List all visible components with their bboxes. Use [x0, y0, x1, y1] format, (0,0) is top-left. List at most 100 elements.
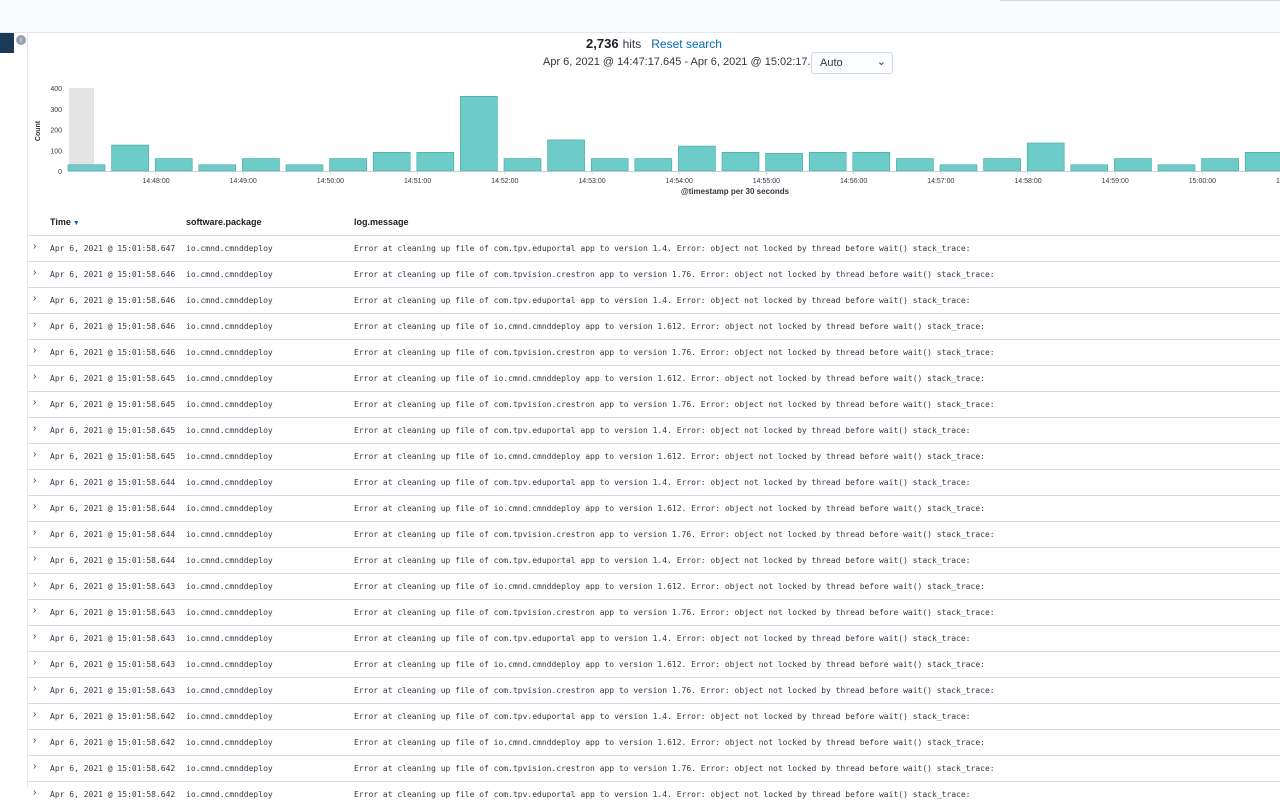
table-row[interactable]: › Apr 6, 2021 @ 15:01:58.644 io.cmnd.cmndd…	[28, 495, 1280, 521]
expand-row-icon[interactable]: ›	[33, 345, 36, 356]
histogram-bar[interactable]	[590, 158, 629, 172]
table-row[interactable]: › Apr 6, 2021 @ 15:01:58.646 io.cmnd.cmndd…	[28, 313, 1280, 339]
time-range: Apr 6, 2021 @ 14:47:17.645 - Apr 6, 2021…	[28, 52, 1280, 74]
column-header-package[interactable]: software.package	[186, 217, 262, 227]
histogram-bar[interactable]	[111, 144, 149, 172]
expand-row-icon[interactable]: ›	[33, 241, 36, 252]
collapse-sidebar-icon[interactable]: ‹	[16, 35, 26, 45]
histogram-bar[interactable]	[1026, 142, 1065, 172]
table-row[interactable]: › Apr 6, 2021 @ 15:01:58.643 io.cmnd.cmndd…	[28, 573, 1280, 599]
histogram-bar[interactable]	[1070, 164, 1109, 172]
histogram-bar[interactable]	[285, 164, 324, 172]
histogram-bar[interactable]	[1114, 158, 1152, 172]
chevron-down-icon: ⌄	[876, 56, 886, 68]
expand-row-icon[interactable]: ›	[33, 501, 36, 512]
histogram-bar[interactable]	[721, 152, 760, 172]
row-message: Error at cleaning up file of com.tpvisio…	[354, 764, 995, 773]
table-row[interactable]: › Apr 6, 2021 @ 15:01:58.645 io.cmnd.cmndd…	[28, 365, 1280, 391]
column-header-message[interactable]: log.message	[354, 217, 409, 227]
expand-row-icon[interactable]: ›	[33, 319, 36, 330]
expand-row-icon[interactable]: ›	[33, 397, 36, 408]
histogram-bar[interactable]	[460, 95, 498, 172]
histogram-bar[interactable]	[808, 152, 847, 172]
histogram-bar[interactable]	[198, 164, 237, 172]
table-row[interactable]: › Apr 6, 2021 @ 15:01:58.642 io.cmnd.cmndd…	[28, 703, 1280, 729]
table-row[interactable]: › Apr 6, 2021 @ 15:01:58.644 io.cmnd.cmndd…	[28, 547, 1280, 573]
discover-main: 2,736 hits Reset search Apr 6, 2021 @ 14:4…	[28, 33, 1280, 799]
sidebar-strip	[0, 33, 28, 788]
time-range-text: Apr 6, 2021 @ 14:47:17.645 - Apr 6, 2021…	[543, 56, 843, 68]
row-package: io.cmnd.cmnddeploy	[186, 374, 273, 383]
histogram-chart[interactable]: 0 100 200 300 400 Count 14:48:00 14:49:00 14:50:…	[28, 79, 1280, 201]
expand-row-icon[interactable]: ›	[33, 527, 36, 538]
expand-row-icon[interactable]: ›	[33, 293, 36, 304]
row-package: io.cmnd.cmnddeploy	[186, 738, 273, 747]
row-time: Apr 6, 2021 @ 15:01:58.642	[50, 712, 176, 721]
expand-row-icon[interactable]: ›	[33, 761, 36, 772]
histogram-bar[interactable]	[242, 158, 280, 172]
interval-select[interactable]: Auto ⌄	[811, 52, 893, 74]
table-body: › Apr 6, 2021 @ 15:01:58.647 io.cmnd.cmndd…	[28, 235, 1280, 807]
column-header-time[interactable]: Time ▼	[50, 217, 80, 227]
histogram-bar[interactable]	[416, 152, 455, 172]
expand-row-icon[interactable]: ›	[33, 735, 36, 746]
expand-row-icon[interactable]: ›	[33, 657, 36, 668]
table-row[interactable]: › Apr 6, 2021 @ 15:01:58.645 io.cmnd.cmndd…	[28, 391, 1280, 417]
row-time: Apr 6, 2021 @ 15:01:58.643	[50, 582, 176, 591]
expand-row-icon[interactable]: ›	[33, 423, 36, 434]
expand-row-icon[interactable]: ›	[33, 605, 36, 616]
x-tick-label: 14:48:00	[142, 178, 169, 185]
row-message: Error at cleaning up file of io.cmnd.cmn…	[354, 374, 985, 383]
row-time: Apr 6, 2021 @ 15:01:58.643	[50, 634, 176, 643]
histogram-bar[interactable]	[547, 139, 585, 172]
expand-row-icon[interactable]: ›	[33, 267, 36, 278]
table-row[interactable]: › Apr 6, 2021 @ 15:01:58.646 io.cmnd.cmndd…	[28, 339, 1280, 365]
table-row[interactable]: › Apr 6, 2021 @ 15:01:58.643 io.cmnd.cmndd…	[28, 625, 1280, 651]
table-row[interactable]: › Apr 6, 2021 @ 15:01:58.647 io.cmnd.cmndd…	[28, 235, 1280, 261]
row-package: io.cmnd.cmnddeploy	[186, 686, 273, 695]
expand-row-icon[interactable]: ›	[33, 683, 36, 694]
histogram-bar[interactable]	[852, 152, 891, 172]
table-row[interactable]: › Apr 6, 2021 @ 15:01:58.646 io.cmnd.cmndd…	[28, 287, 1280, 313]
histogram-bar[interactable]	[678, 145, 716, 172]
table-row[interactable]: › Apr 6, 2021 @ 15:01:58.642 io.cmnd.cmndd…	[28, 755, 1280, 781]
histogram-bar[interactable]	[939, 164, 978, 172]
histogram-bar[interactable]	[896, 158, 934, 172]
table-row[interactable]: › Apr 6, 2021 @ 15:01:58.643 io.cmnd.cmndd…	[28, 599, 1280, 625]
expand-row-icon[interactable]: ›	[33, 449, 36, 460]
expand-row-icon[interactable]: ›	[33, 579, 36, 590]
expand-row-icon[interactable]: ›	[33, 475, 36, 486]
sort-down-icon[interactable]: ▼	[73, 220, 80, 227]
histogram-bar[interactable]	[329, 158, 367, 172]
interval-value: Auto	[820, 57, 843, 69]
histogram-bar[interactable]	[983, 158, 1021, 172]
reset-search-link[interactable]: Reset search	[651, 37, 722, 51]
histogram-bar[interactable]	[1201, 158, 1239, 172]
row-package: io.cmnd.cmnddeploy	[186, 634, 273, 643]
sidebar-tab[interactable]	[0, 33, 14, 53]
histogram-bar[interactable]	[1244, 152, 1280, 172]
histogram-bar[interactable]	[1157, 164, 1196, 172]
expand-row-icon[interactable]: ›	[33, 787, 36, 798]
histogram-bar[interactable]	[503, 158, 542, 172]
histogram-bar[interactable]	[765, 153, 803, 172]
histogram-bar[interactable]	[634, 158, 673, 172]
histogram-bar[interactable]	[154, 158, 193, 172]
table-row[interactable]: › Apr 6, 2021 @ 15:01:58.645 io.cmnd.cmndd…	[28, 443, 1280, 469]
table-row[interactable]: › Apr 6, 2021 @ 15:01:58.644 io.cmnd.cmndd…	[28, 521, 1280, 547]
expand-row-icon[interactable]: ›	[33, 631, 36, 642]
expand-row-icon[interactable]: ›	[33, 709, 36, 720]
row-package: io.cmnd.cmnddeploy	[186, 452, 273, 461]
table-row[interactable]: › Apr 6, 2021 @ 15:01:58.643 io.cmnd.cmndd…	[28, 651, 1280, 677]
histogram-bar[interactable]	[67, 164, 106, 172]
table-row[interactable]: › Apr 6, 2021 @ 15:01:58.644 io.cmnd.cmndd…	[28, 469, 1280, 495]
table-row[interactable]: › Apr 6, 2021 @ 15:01:58.645 io.cmnd.cmndd…	[28, 417, 1280, 443]
table-row[interactable]: › Apr 6, 2021 @ 15:01:58.646 io.cmnd.cmndd…	[28, 261, 1280, 287]
row-message: Error at cleaning up file of com.tpv.edu…	[354, 296, 971, 305]
expand-row-icon[interactable]: ›	[33, 553, 36, 564]
table-row[interactable]: › Apr 6, 2021 @ 15:01:58.642 io.cmnd.cmndd…	[28, 781, 1280, 807]
table-row[interactable]: › Apr 6, 2021 @ 15:01:58.643 io.cmnd.cmndd…	[28, 677, 1280, 703]
expand-row-icon[interactable]: ›	[33, 371, 36, 382]
histogram-bar[interactable]	[372, 152, 411, 172]
table-row[interactable]: › Apr 6, 2021 @ 15:01:58.642 io.cmnd.cmndd…	[28, 729, 1280, 755]
